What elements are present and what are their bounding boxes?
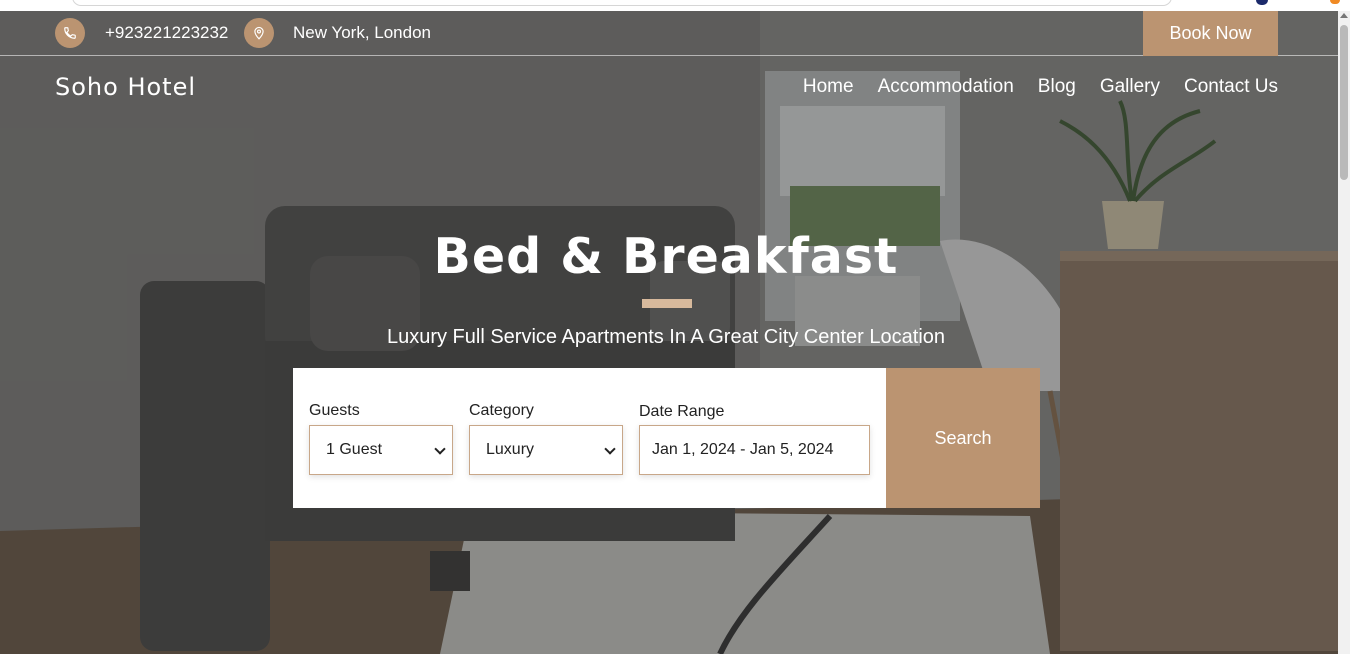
scroll-up-arrow-icon[interactable] <box>1340 13 1348 18</box>
top-info-bar: +923221223232 New York, London Book Now <box>0 11 1338 56</box>
search-button[interactable]: Search <box>886 368 1040 508</box>
date-range-label: Date Range <box>639 403 725 420</box>
guests-label: Guests <box>309 402 360 419</box>
scrollbar-thumb[interactable] <box>1340 25 1348 180</box>
browser-extension-icon[interactable] <box>1256 0 1268 5</box>
nav-item-home[interactable]: Home <box>803 76 854 98</box>
guests-value: 1 Guest <box>326 441 383 458</box>
browser-menu-icon[interactable] <box>1330 0 1340 4</box>
book-now-button[interactable]: Book Now <box>1143 11 1278 56</box>
guests-select[interactable]: 1 Guest <box>309 425 453 475</box>
date-range-input[interactable]: Jan 1, 2024 - Jan 5, 2024 <box>639 425 870 475</box>
location-text: New York, London <box>293 23 431 42</box>
chevron-down-icon <box>434 443 446 455</box>
nav-item-blog[interactable]: Blog <box>1038 76 1076 98</box>
title-divider <box>642 299 692 308</box>
map-pin-icon <box>244 18 274 48</box>
page-scrollbar[interactable] <box>1338 11 1350 654</box>
brand-logo[interactable]: Soho Hotel <box>55 73 196 101</box>
phone-icon <box>55 18 85 48</box>
hero-subtitle: Luxury Full Service Apartments In A Grea… <box>386 326 946 348</box>
hero-title: Bed & Breakfast <box>433 228 899 285</box>
category-select[interactable]: Luxury <box>469 425 623 475</box>
main-nav: Home Accommodation Blog Gallery Contact … <box>803 76 1278 98</box>
chevron-down-icon <box>604 443 616 455</box>
booking-form: Guests 1 Guest Category Luxury Date Rang… <box>293 368 1040 508</box>
nav-item-gallery[interactable]: Gallery <box>1100 76 1160 98</box>
nav-item-accommodation[interactable]: Accommodation <box>878 76 1014 98</box>
browser-chrome-strip <box>0 0 1350 11</box>
category-label: Category <box>469 402 534 419</box>
date-range-value: Jan 1, 2024 - Jan 5, 2024 <box>652 441 834 458</box>
address-bar-edge[interactable] <box>72 0 1172 6</box>
phone-number[interactable]: +923221223232 <box>105 23 228 43</box>
category-value: Luxury <box>486 441 535 458</box>
nav-item-contact-us[interactable]: Contact Us <box>1184 76 1278 98</box>
